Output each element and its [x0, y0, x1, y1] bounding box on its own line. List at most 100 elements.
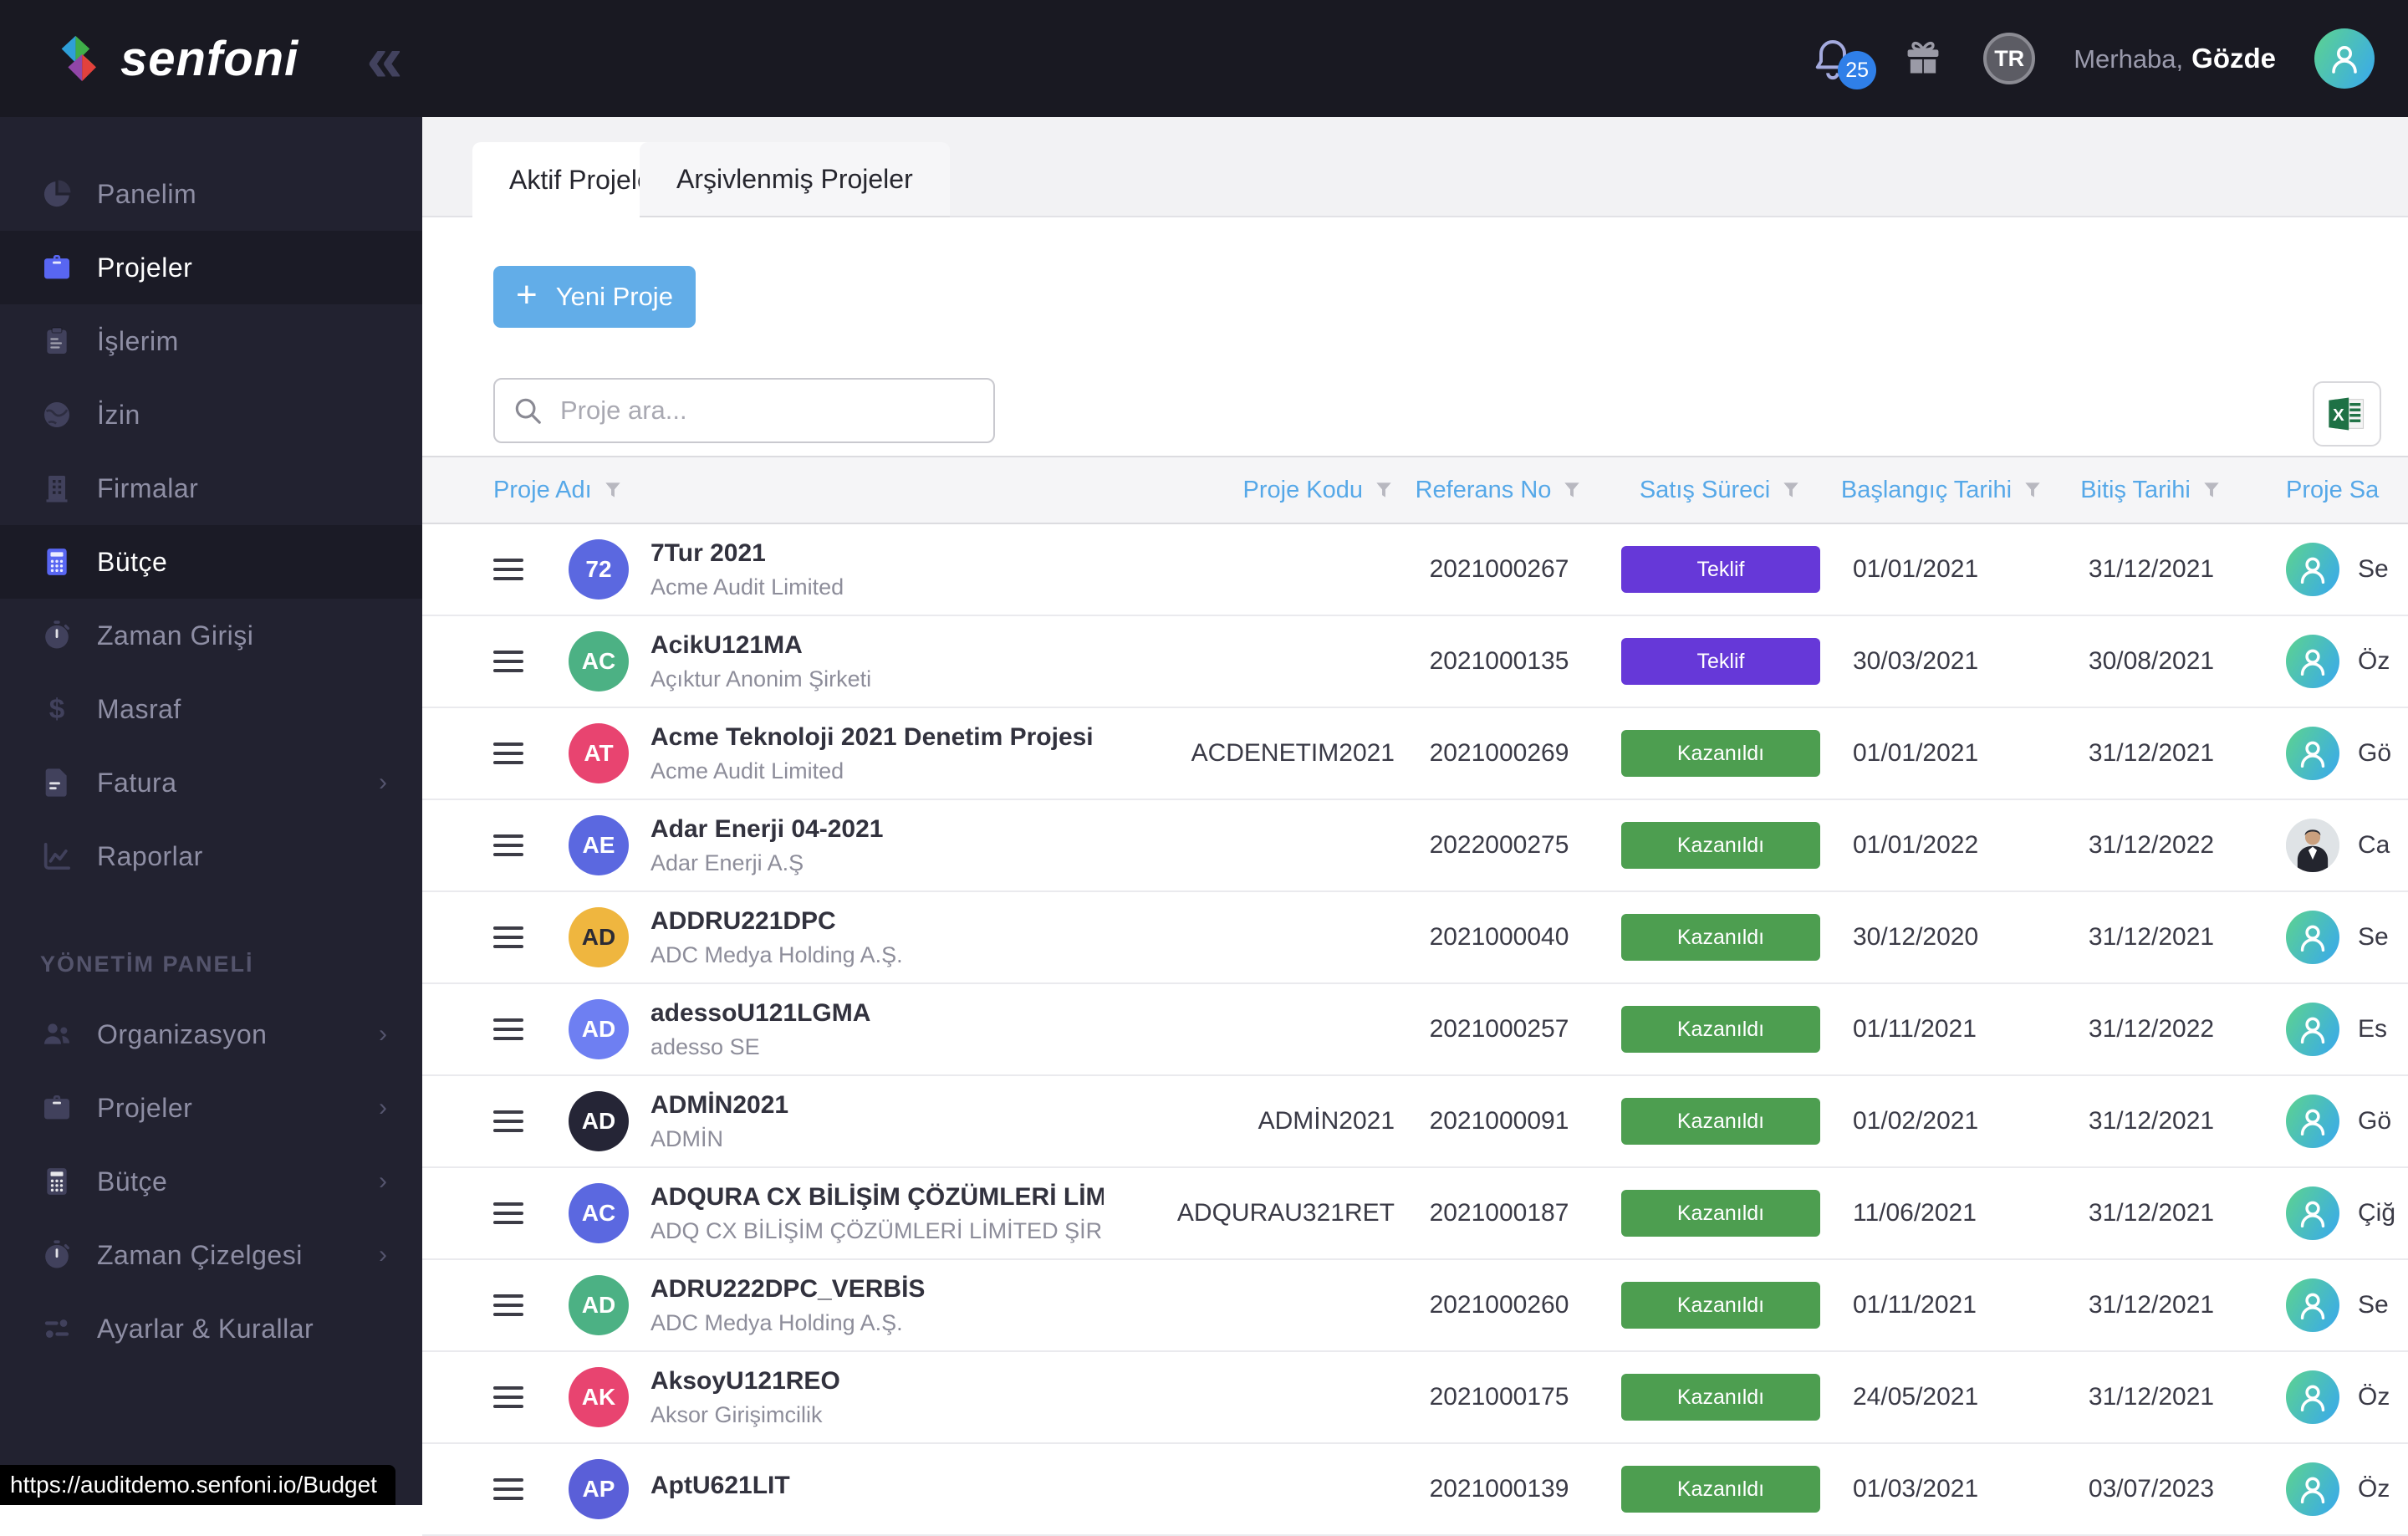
sidebar-item[interactable]: Panelim ›	[0, 157, 422, 231]
column-header-project-owner[interactable]: Proje Sa	[2256, 477, 2408, 504]
project-name[interactable]: 7Tur 2021	[650, 539, 844, 568]
sidebar-item[interactable]: Firmalar ›	[0, 452, 422, 525]
sidebar-item[interactable]: Projeler ›	[0, 1071, 422, 1145]
person-photo	[2286, 819, 2339, 872]
tab-archived-projects[interactable]: Arşivlenmiş Projeler	[640, 142, 950, 217]
drag-handle-icon[interactable]	[493, 1110, 523, 1132]
reference-no-cell: 2021000260	[1395, 1291, 1604, 1319]
project-name[interactable]: Adar Enerji 04-2021	[650, 815, 883, 844]
sliders-icon	[40, 1312, 74, 1345]
start-date-cell: 01/11/2021	[1838, 1291, 2047, 1319]
owner-avatar	[2286, 1278, 2339, 1332]
column-header-end-date[interactable]: Bitiş Tarihi	[2047, 477, 2256, 504]
excel-export-button[interactable]: X	[2313, 381, 2381, 447]
drag-handle-icon[interactable]	[493, 1294, 523, 1316]
reference-no-cell: 2021000139	[1395, 1475, 1604, 1503]
sidebar-item-label: Projeler	[97, 253, 192, 283]
status-badge: Kazanıldı	[1621, 822, 1820, 869]
table-row[interactable]: AC AcikU121MA Açıktur Anonim Şirketi 202…	[422, 616, 2408, 708]
new-project-button[interactable]: + Yeni Proje	[493, 266, 696, 328]
drag-handle-icon[interactable]	[493, 1386, 523, 1408]
brand-logo[interactable]: senfoni	[52, 31, 298, 87]
project-name[interactable]: AksoyU121REO	[650, 1367, 840, 1396]
sidebar-item[interactable]: Organizasyon ›	[0, 998, 422, 1071]
reference-no-cell: 2021000187	[1395, 1199, 1604, 1227]
user-avatar[interactable]	[2314, 28, 2375, 89]
table-row[interactable]: AP AptU621LIT 2021000139 Kazanıldı 01/03…	[422, 1444, 2408, 1536]
sidebar-item[interactable]: Ayarlar & Kurallar ›	[0, 1292, 422, 1365]
table-row[interactable]: AT Acme Teknoloji 2021 Denetim Projesi A…	[422, 708, 2408, 800]
start-date-cell: 01/03/2021	[1838, 1475, 2047, 1503]
person-icon	[2293, 1010, 2332, 1049]
sidebar-item[interactable]: Raporlar ›	[0, 819, 422, 893]
notifications-button[interactable]: 25	[1809, 29, 1863, 88]
drag-handle-icon[interactable]	[493, 926, 523, 948]
table-row[interactable]: AE Adar Enerji 04-2021 Adar Enerji A.Ş 2…	[422, 800, 2408, 892]
chevron-right-icon: ›	[379, 1241, 387, 1269]
table-row[interactable]: AD adessoU121LGMA adesso SE 2021000257 K…	[422, 984, 2408, 1076]
sidebar-collapse-button[interactable]: «	[351, 23, 418, 94]
table-row[interactable]: AK AksoyU121REO Aksor Girişimcilik 20210…	[422, 1352, 2408, 1444]
sidebar-item[interactable]: İzin ›	[0, 378, 422, 452]
project-name[interactable]: ADRU222DPC_VERBİS	[650, 1275, 925, 1304]
status-badge: Kazanıldı	[1621, 1466, 1820, 1513]
table-row[interactable]: AD ADRU222DPC_VERBİS ADC Medya Holding A…	[422, 1260, 2408, 1352]
sidebar-item-label: Organizasyon	[97, 1019, 267, 1050]
person-icon	[2293, 1470, 2332, 1508]
sidebar-item[interactable]: $ Masraf ›	[0, 672, 422, 746]
project-owner-cell: Es	[2256, 1003, 2408, 1056]
column-header-start-date[interactable]: Başlangıç Tarihi	[1838, 477, 2047, 504]
stopwatch-icon	[40, 1238, 74, 1272]
start-date-cell: 01/11/2021	[1838, 1015, 2047, 1044]
column-header-project-code[interactable]: Proje Kodu	[1104, 477, 1395, 504]
search-input[interactable]	[560, 395, 977, 426]
drag-handle-icon[interactable]	[493, 1202, 523, 1224]
column-header-sales-process[interactable]: Satış Süreci	[1604, 477, 1838, 504]
sidebar-item[interactable]: Projeler ›	[0, 231, 422, 304]
funnel-icon	[1780, 479, 1802, 501]
person-icon	[2293, 642, 2332, 681]
briefcase-icon	[40, 1091, 74, 1125]
drag-handle-icon[interactable]	[493, 1478, 523, 1500]
sidebar-item[interactable]: Zaman Çizelgesi ›	[0, 1218, 422, 1292]
drag-handle-icon[interactable]	[493, 1018, 523, 1040]
owner-photo-avatar	[2286, 819, 2339, 872]
funnel-icon	[2201, 479, 2222, 501]
chevron-right-icon: ›	[379, 1020, 387, 1049]
reference-no-cell: 2021000267	[1395, 555, 1604, 584]
sidebar-item[interactable]: Zaman Girişi ›	[0, 599, 422, 672]
project-name[interactable]: ADDRU221DPC	[650, 907, 903, 936]
drag-handle-icon[interactable]	[493, 834, 523, 856]
sidebar-item[interactable]: Bütçe ›	[0, 525, 422, 599]
gifts-button[interactable]	[1901, 35, 1945, 83]
owner-avatar	[2286, 635, 2339, 688]
project-name[interactable]: ADMİN2021	[650, 1091, 788, 1120]
drag-handle-icon[interactable]	[493, 742, 523, 764]
table-row[interactable]: AC ADQURA CX BİLİŞİM ÇÖZÜMLERİ LİMİTED Ş…	[422, 1168, 2408, 1260]
drag-handle-icon[interactable]	[493, 559, 523, 580]
column-header-project-name[interactable]: Proje Adı	[493, 477, 1104, 504]
project-name[interactable]: AcikU121MA	[650, 631, 871, 660]
table-row[interactable]: AD ADDRU221DPC ADC Medya Holding A.Ş. 20…	[422, 892, 2408, 984]
table-row[interactable]: AD ADMİN2021 ADMİN ADMİN2021 2021000091 …	[422, 1076, 2408, 1168]
project-name[interactable]: ADQURA CX BİLİŞİM ÇÖZÜMLERİ LİMİTED ŞİRK…	[650, 1183, 1104, 1212]
sidebar-item[interactable]: Bütçe ›	[0, 1145, 422, 1218]
language-badge[interactable]: TR	[1983, 33, 2035, 84]
project-code-cell: ACDENETIM2021	[1104, 739, 1395, 768]
project-name[interactable]: Acme Teknoloji 2021 Denetim Projesi	[650, 723, 1094, 752]
sidebar-item[interactable]: İşlerim ›	[0, 304, 422, 378]
project-owner-cell: Se	[2256, 543, 2408, 596]
reference-no-cell: 2021000091	[1395, 1107, 1604, 1135]
project-name[interactable]: AptU621LIT	[650, 1472, 790, 1500]
drag-handle-icon[interactable]	[493, 651, 523, 672]
column-header-reference-no[interactable]: Referans No	[1395, 477, 1604, 504]
table-row[interactable]: 72 7Tur 2021 Acme Audit Limited 20210002…	[422, 524, 2408, 616]
browser-status-url: https://auditdemo.senfoni.io/Budget	[0, 1465, 395, 1505]
owner-avatar	[2286, 1462, 2339, 1516]
start-date-cell: 30/03/2021	[1838, 647, 2047, 676]
sidebar-item[interactable]: Fatura ›	[0, 746, 422, 819]
owner-avatar	[2286, 1370, 2339, 1424]
project-name[interactable]: adessoU121LGMA	[650, 999, 870, 1028]
document-icon	[40, 766, 74, 799]
funnel-icon	[602, 479, 624, 501]
